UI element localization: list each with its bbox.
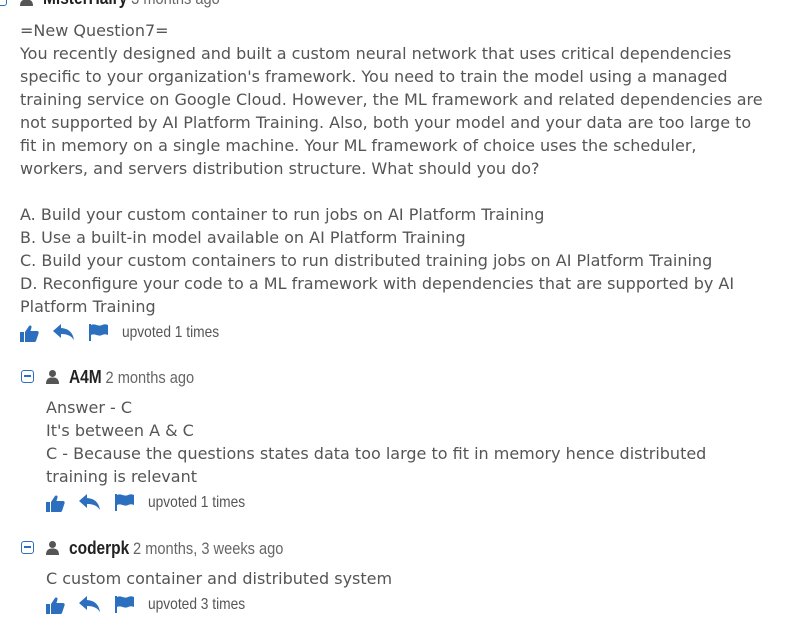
comment-header: MisterHairy 3 months ago xyxy=(43,0,220,9)
reply-icon[interactable] xyxy=(79,596,101,613)
comment-line: You recently designed and built a custom… xyxy=(20,44,732,63)
comment-time: 2 months ago xyxy=(105,368,195,387)
comment-time: 3 months ago xyxy=(131,0,220,8)
collapse-icon[interactable] xyxy=(21,370,34,383)
comment-line: training is relevant xyxy=(46,467,197,486)
comment-line: A. Build your custom container to run jo… xyxy=(20,205,545,224)
comment-line: D. Reconfigure your code to a ML framewo… xyxy=(20,274,735,293)
comment-line: Platform Training xyxy=(20,297,156,316)
comment-line: C. Build your custom containers to run d… xyxy=(20,251,713,270)
upvote-count: upvoted 1 times xyxy=(148,494,246,511)
comment-line: =New Question7= xyxy=(20,21,169,40)
comment-line: workers, and servers distribution struct… xyxy=(20,159,540,178)
comment-actions: upvoted 1 times xyxy=(20,323,320,343)
comment-header: A4M 2 months ago xyxy=(69,367,194,388)
comment-body: C custom container and distributed syste… xyxy=(46,567,392,590)
reply-icon[interactable] xyxy=(79,494,101,511)
user-icon xyxy=(20,0,33,6)
comment-line: Answer - C xyxy=(46,398,133,417)
comment-line: training service on Google Cloud. Howeve… xyxy=(20,90,763,109)
comment-actions: upvoted 1 times xyxy=(46,493,346,513)
flag-icon[interactable] xyxy=(89,324,109,341)
comment-header: coderpk 2 months, 3 weeks ago xyxy=(69,538,283,559)
flag-icon[interactable] xyxy=(115,494,135,511)
comment-line: not supported by AI Platform Training. A… xyxy=(20,113,752,132)
collapse-icon[interactable] xyxy=(0,0,7,6)
flag-icon[interactable] xyxy=(115,596,135,613)
comment-actions: upvoted 3 times xyxy=(46,595,346,615)
thumbs-up-icon[interactable] xyxy=(20,325,39,342)
user-icon xyxy=(46,541,59,555)
upvote-count: upvoted 1 times xyxy=(122,324,220,341)
comment-body: Answer - C It's between A & C C - Becaus… xyxy=(46,396,706,488)
thumbs-up-icon[interactable] xyxy=(46,597,65,614)
username[interactable]: A4M xyxy=(69,367,102,387)
comment-line: specific to your organization's framewor… xyxy=(20,67,728,86)
username[interactable]: coderpk xyxy=(69,538,129,558)
comment-line: B. Use a built-in model available on AI … xyxy=(20,228,466,247)
thumbs-up-icon[interactable] xyxy=(46,495,65,512)
comment-time: 2 months, 3 weeks ago xyxy=(133,539,284,558)
upvote-count: upvoted 3 times xyxy=(148,596,246,613)
comment-line: It's between A & C xyxy=(46,421,194,440)
username[interactable]: MisterHairy xyxy=(43,0,127,8)
comment-line xyxy=(20,180,763,203)
comment-body: =New Question7= You recently designed an… xyxy=(20,19,763,318)
collapse-icon[interactable] xyxy=(21,541,34,554)
reply-icon[interactable] xyxy=(53,324,75,341)
comment-line: C custom container and distributed syste… xyxy=(46,569,393,588)
user-icon xyxy=(46,370,59,384)
comment-line: C - Because the questions states data to… xyxy=(46,444,707,463)
comment-line: fit in memory on a single machine. Your … xyxy=(20,136,697,155)
